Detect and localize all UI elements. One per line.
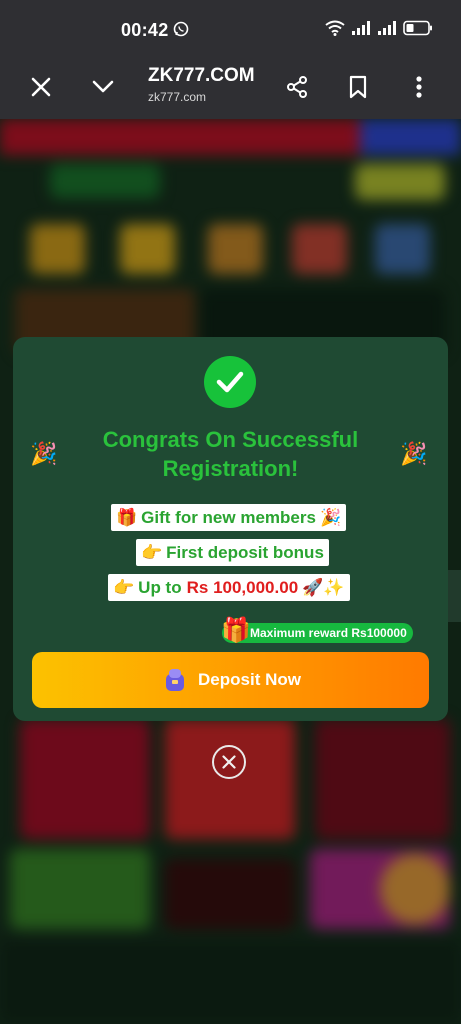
page-title[interactable]: ZK777.COM xyxy=(148,65,255,87)
close-dialog-button[interactable] xyxy=(212,745,246,779)
signal-icon xyxy=(352,21,370,35)
party-icon: 🎉 xyxy=(319,507,342,527)
bonus-amount: Rs 100,000.00 xyxy=(186,577,299,597)
gift-chip: 🎁 Gift for new members 🎉 xyxy=(111,504,347,531)
check-icon xyxy=(216,371,244,393)
deposit-now-button[interactable]: Deposit Now xyxy=(32,652,429,708)
bookmark-icon xyxy=(349,75,367,99)
status-bar: 00:42 xyxy=(0,0,461,56)
status-icons xyxy=(325,20,433,36)
whatsapp-icon xyxy=(173,21,189,37)
rocket-sparkle-icon: 🚀✨ xyxy=(302,577,345,597)
close-icon xyxy=(31,77,51,97)
page-url[interactable]: zk777.com xyxy=(148,90,206,104)
collapse-button[interactable] xyxy=(88,72,118,102)
deposit-bonus-text: First deposit bonus xyxy=(166,542,324,562)
deposit-icon xyxy=(166,669,185,691)
party-popper-icon: 🎉 xyxy=(400,441,428,466)
more-vert-icon xyxy=(416,76,422,98)
close-icon xyxy=(222,755,236,769)
up-to-text: Up to xyxy=(138,577,182,597)
signal-icon xyxy=(378,21,396,35)
max-amount-chip: 👉 Up to Rs 100,000.00 🚀✨ xyxy=(108,574,350,601)
deposit-now-label: Deposit Now xyxy=(198,670,301,689)
gift-icon: 🎁 xyxy=(221,617,251,644)
wifi-icon xyxy=(325,20,345,36)
more-options-button[interactable] xyxy=(404,72,434,102)
deposit-bonus-chip: 👉 First deposit bonus xyxy=(136,539,329,566)
close-tab-button[interactable] xyxy=(26,72,56,102)
pointing-hand-icon: 👉 xyxy=(141,542,163,562)
success-check-badge xyxy=(204,356,256,408)
chevron-down-icon xyxy=(92,80,114,93)
gift-chip-text: Gift for new members xyxy=(141,507,316,527)
pointing-hand-icon: 👉 xyxy=(113,577,135,597)
party-popper-icon: 🎉 xyxy=(30,441,58,466)
battery-icon xyxy=(403,20,432,36)
share-icon xyxy=(287,76,307,98)
share-button[interactable] xyxy=(282,72,312,102)
browser-toolbar: ZK777.COM zk777.com xyxy=(0,56,461,119)
status-time: 00:42 xyxy=(121,20,169,40)
dialog-heading: Congrats On Successful Registration! xyxy=(102,427,359,481)
gift-icon: 🎁 xyxy=(116,507,138,527)
bookmark-button[interactable] xyxy=(343,72,373,102)
